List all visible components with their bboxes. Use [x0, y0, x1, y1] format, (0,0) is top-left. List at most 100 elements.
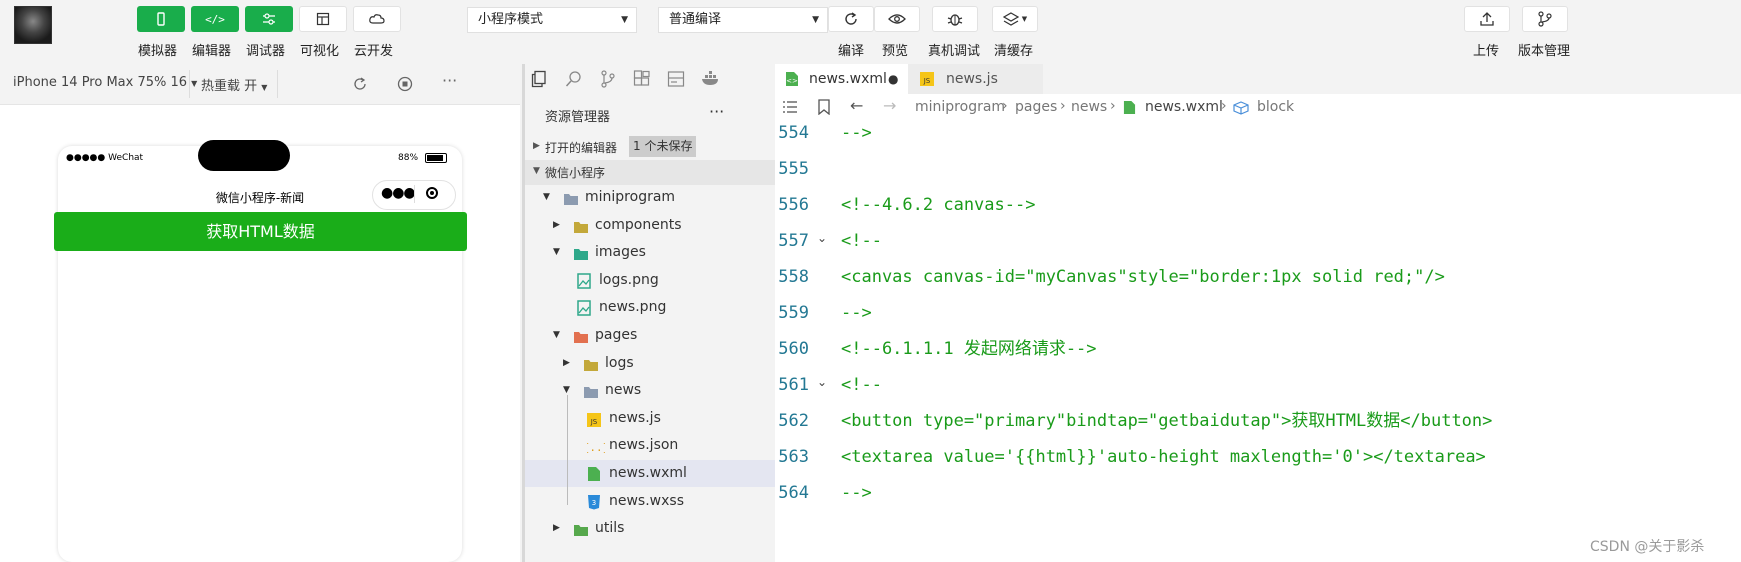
capsule-menu[interactable]: ●●● [372, 180, 456, 210]
simulator-button[interactable] [137, 6, 185, 32]
tree-item[interactable]: ▶ logs [525, 350, 778, 377]
forward-arrow-icon[interactable]: → [883, 96, 896, 115]
project-section[interactable]: ▼ 微信小程序 [525, 160, 778, 185]
tree-item[interactable]: {..} news.json [525, 432, 778, 459]
caret-down-icon: ▼ [261, 83, 268, 92]
code-line[interactable]: 563 <textarea value='{{html}}'auto-height… [775, 445, 1741, 485]
code-line[interactable]: 555 [775, 157, 1741, 197]
hot-reload-toggle[interactable]: 热重载 开 ▼ [201, 75, 267, 94]
editor-button[interactable]: </> [191, 6, 239, 32]
debug-toggle-icon [263, 13, 275, 25]
tree-item[interactable]: 3 news.wxss [525, 488, 778, 515]
line-number: 556 [778, 195, 809, 215]
remote-debug-button[interactable] [932, 6, 978, 32]
code-line[interactable]: 559 --> [775, 301, 1741, 341]
tree-item[interactable]: JS news.js [525, 405, 778, 432]
divider [414, 185, 415, 203]
breadcrumb-item[interactable]: miniprogram [915, 99, 1005, 115]
chevron-down-icon: ▼ [553, 330, 560, 340]
code-line[interactable]: 556 <!--4.6.2 canvas--> [775, 193, 1741, 233]
code-line[interactable]: 562 <button type="primary"bindtap="getbai… [775, 409, 1741, 449]
clear-cache-button[interactable]: ▼ [992, 6, 1038, 32]
preview-button[interactable] [874, 6, 920, 32]
editor-label: 编辑器 [192, 44, 232, 59]
code-line[interactable]: 561 ⌄ <!-- [775, 373, 1741, 413]
device-select-value: iPhone 14 Pro Max 75% 16 [13, 75, 188, 90]
tree-item-label: logs.png [599, 271, 659, 288]
chevron-right-icon: › [1221, 98, 1227, 114]
get-html-button[interactable]: 获取HTML数据 [54, 212, 467, 251]
code-line[interactable]: 557 ⌄ <!-- [775, 229, 1741, 269]
breadcrumb-item[interactable]: news.wxml [1145, 99, 1223, 115]
divider [277, 70, 278, 98]
version-button[interactable] [1522, 6, 1568, 32]
line-number: 561 [778, 375, 809, 395]
breadcrumb-item[interactable]: block [1257, 99, 1294, 115]
caret-down-icon: ▼ [621, 15, 628, 25]
hot-reload-label: 热重载 开 [201, 79, 258, 94]
modified-dot-icon[interactable]: ● [888, 64, 898, 94]
user-avatar[interactable] [14, 6, 52, 44]
capsule-more-icon[interactable]: ●●● [381, 185, 416, 201]
tab-news-js[interactable]: JS news.js [908, 64, 1043, 94]
tree-item[interactable]: ▼ miniprogram [525, 184, 778, 211]
rotate-icon[interactable] [352, 76, 368, 92]
tree-item[interactable]: ▶ components [525, 212, 778, 239]
explorer-more-icon[interactable]: ··· [709, 102, 724, 121]
code-line[interactable]: 560 <!--6.1.1.1 发起网络请求--> [775, 337, 1741, 377]
tree-item[interactable]: news.png [525, 294, 778, 321]
chevron-right-icon: ▶ [533, 141, 540, 151]
compile-button[interactable] [828, 6, 874, 32]
tree-item[interactable]: ▼ news [525, 377, 778, 404]
panel-layout-icon[interactable] [667, 70, 685, 88]
tree-item-label: miniprogram [585, 189, 676, 205]
code-line[interactable]: 554 --> [775, 121, 1741, 161]
tree-item[interactable]: ▼ pages [525, 322, 778, 349]
tree-item[interactable]: news.wxml [525, 460, 778, 487]
tree-item[interactable]: logs.png [525, 267, 778, 294]
refresh-icon [845, 12, 857, 25]
chevron-right-icon: ▶ [563, 357, 570, 368]
svg-text:JS: JS [923, 77, 931, 85]
docker-icon[interactable] [701, 70, 721, 88]
tree-item[interactable]: ▼ images [525, 239, 778, 266]
code-text: --> [841, 483, 872, 503]
wxml-file-icon: <> [786, 72, 798, 86]
cloud-button[interactable] [353, 6, 401, 32]
outline-list-icon[interactable] [782, 100, 798, 114]
mode-select[interactable]: 小程序模式 ▼ [467, 7, 637, 33]
back-arrow-icon[interactable]: ← [850, 96, 863, 115]
fold-chevron-icon[interactable]: ⌄ [817, 375, 827, 389]
breadcrumb-item[interactable]: pages [1015, 99, 1057, 115]
upload-button[interactable] [1464, 6, 1510, 32]
compile-select[interactable]: 普通编译 ▼ [658, 7, 828, 33]
code-line[interactable]: 564 --> [775, 481, 1741, 521]
chevron-right-icon: › [1060, 98, 1066, 114]
stop-icon[interactable] [397, 76, 413, 92]
open-editors-section[interactable]: ▶ 打开的编辑器 1 个未保存 [525, 134, 778, 160]
debugger-button[interactable] [245, 6, 293, 32]
visual-button[interactable] [299, 6, 347, 32]
extensions-icon[interactable] [633, 70, 651, 88]
layout-icon [316, 12, 330, 26]
search-icon[interactable] [565, 70, 583, 88]
json-file-icon: {..} [583, 437, 610, 454]
breadcrumb-item[interactable]: news [1071, 99, 1107, 115]
tree-item-label: news.png [599, 299, 667, 316]
fold-chevron-icon[interactable]: ⌄ [817, 231, 827, 245]
device-select[interactable]: iPhone 14 Pro Max 75% 16 ▼ [13, 75, 197, 90]
code-line[interactable]: 558 <canvas canvas-id="myCanvas"style="bo… [775, 265, 1741, 305]
svg-text:<>: <> [786, 77, 798, 85]
chevron-down-icon: ▼ [553, 247, 560, 258]
tree-item[interactable]: ▶ utils [525, 515, 778, 542]
source-control-icon[interactable] [599, 70, 617, 88]
files-icon[interactable] [531, 70, 549, 88]
more-icon[interactable]: ··· [442, 71, 457, 90]
svg-text:{..}: {..} [587, 441, 605, 454]
phone-frame: ●●●●● WeChat 88% 微信小程序-新闻 ●●● 获取HTML数据 [54, 140, 467, 562]
bookmark-icon[interactable] [818, 99, 830, 115]
capsule-close-icon[interactable] [426, 187, 438, 199]
folder-icon [563, 189, 579, 205]
tab-news-wxml[interactable]: <> news.wxml ● [775, 64, 908, 94]
chevron-right-icon: ▶ [553, 219, 560, 230]
